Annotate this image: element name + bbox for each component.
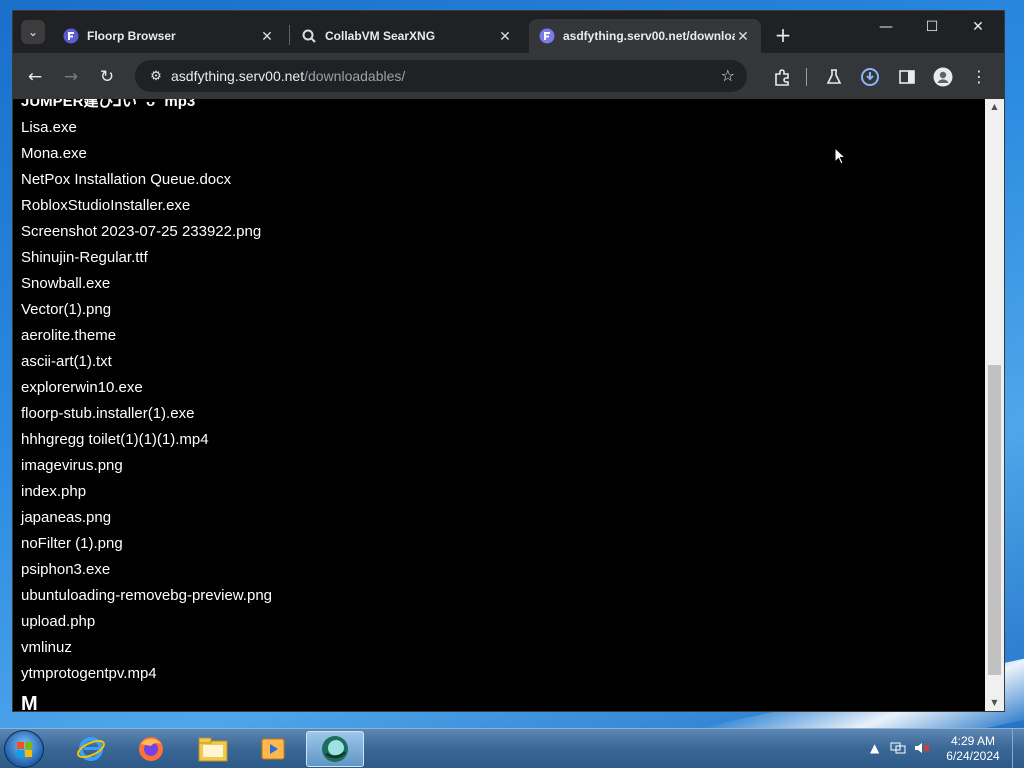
network-icon[interactable] — [890, 741, 906, 758]
media-player-icon[interactable] — [244, 731, 302, 767]
tab-title: asdfything.serv00.net/downloa — [563, 29, 735, 43]
file-link[interactable]: ubuntuloading-removebg-preview.png — [21, 583, 272, 609]
close-icon: ✕ — [972, 19, 984, 35]
url-host: asdfything.serv00.net — [171, 68, 305, 84]
side-panel-icon[interactable] — [895, 65, 919, 89]
file-link[interactable]: ascii-art(1).txt — [21, 349, 272, 375]
file-link[interactable]: NetPox Installation Queue.docx — [21, 167, 272, 193]
file-link[interactable]: aerolite.theme — [21, 323, 272, 349]
tab-separator — [289, 25, 290, 45]
volume-muted-icon[interactable] — [914, 741, 930, 758]
floorp-icon — [539, 28, 555, 44]
vertical-scrollbar[interactable]: ▲ ▼ — [985, 99, 1004, 711]
arrow-left-icon: ← — [27, 67, 43, 87]
tab-collabvm-searxng[interactable]: CollabVM SearXNG ✕ — [291, 19, 523, 53]
file-link[interactable]: japaneas.png — [21, 505, 272, 531]
scroll-up-arrow-icon[interactable]: ▲ — [985, 99, 1004, 115]
maximize-icon: ☐ — [925, 19, 939, 35]
tab-title: CollabVM SearXNG — [325, 29, 436, 43]
internet-explorer-icon[interactable] — [62, 731, 120, 767]
forward-button[interactable]: → — [59, 65, 83, 89]
minimize-button[interactable]: — — [863, 19, 909, 35]
mouse-cursor-icon — [834, 147, 846, 165]
floorp-taskbar-icon[interactable] — [306, 731, 364, 767]
tab-list-button[interactable]: ⌄ — [21, 20, 45, 44]
close-icon[interactable]: ✕ — [497, 28, 513, 45]
start-button[interactable] — [4, 730, 44, 768]
bookmark-star-icon[interactable]: ☆ — [721, 66, 735, 85]
address-bar[interactable]: ⚙ asdfything.serv00.net/downloadables/ ☆ — [135, 60, 747, 92]
windows-logo-icon — [17, 742, 32, 757]
browser-window: ⌄ Floorp Browser ✕ CollabVM SearXNG ✕ as… — [12, 10, 1005, 712]
file-link[interactable]: Mona.exe — [21, 141, 272, 167]
file-link[interactable]: noFilter (1).png — [21, 531, 272, 557]
arrow-right-icon: → — [63, 67, 79, 87]
site-info-icon[interactable]: ⚙ — [141, 69, 171, 84]
tab-floorp-browser[interactable]: Floorp Browser ✕ — [53, 19, 285, 53]
url-text[interactable]: asdfything.serv00.net/downloadables/ — [171, 68, 405, 84]
clock-time: 4:29 AM — [950, 734, 996, 748]
extensions-icon[interactable] — [770, 65, 794, 89]
close-icon[interactable]: ✕ — [259, 28, 275, 45]
chevron-down-icon: ⌄ — [27, 25, 39, 39]
profile-avatar-icon[interactable] — [931, 65, 955, 89]
plus-icon: + — [774, 23, 792, 47]
file-link[interactable]: explorerwin10.exe — [21, 375, 272, 401]
file-link[interactable]: Screenshot 2023-07-25 233922.png — [21, 219, 272, 245]
file-link[interactable]: ytmprotogentpv.mp4 — [21, 661, 272, 687]
navigation-toolbar: ← → ↻ ⚙ asdfything.serv00.net/downloadab… — [13, 53, 1004, 99]
show-hidden-icons-icon[interactable]: ▲ — [870, 741, 879, 755]
file-link[interactable]: floorp-stub.installer(1).exe — [21, 401, 272, 427]
tab-active[interactable]: asdfything.serv00.net/downloa ✕ — [529, 19, 761, 53]
file-link[interactable]: hhhgregg toilet(1)(1)(1).mp4 — [21, 427, 272, 453]
back-button[interactable]: ← — [23, 65, 47, 89]
menu-kebab-icon[interactable]: ⋮ — [967, 65, 991, 89]
searxng-icon — [301, 28, 317, 44]
file-link[interactable]: index.php — [21, 479, 272, 505]
file-link[interactable]: RobloxStudioInstaller.exe — [21, 193, 272, 219]
clock-date: 6/24/2024 — [946, 749, 1000, 763]
reload-icon: ↻ — [99, 67, 115, 87]
url-path: /downloadables/ — [304, 68, 406, 84]
close-icon[interactable]: ✕ — [735, 28, 751, 45]
scrollbar-thumb[interactable] — [988, 365, 1001, 675]
section-heading: M — [21, 693, 38, 711]
file-list: JUMPER建び⅃い ´ᴗ` mp3 Lisa.exe Mona.exe Net… — [21, 99, 272, 711]
toolbar-divider — [806, 68, 807, 86]
minimize-icon: — — [879, 19, 893, 35]
firefox-icon[interactable] — [122, 731, 180, 767]
maximize-button[interactable]: ☐ — [909, 19, 955, 35]
close-window-button[interactable]: ✕ — [955, 19, 1001, 35]
file-link[interactable]: Snowball.exe — [21, 271, 272, 297]
floorp-icon — [63, 28, 79, 44]
file-explorer-icon[interactable] — [184, 731, 242, 767]
file-link[interactable]: JUMPER建び⅃い ´ᴗ` mp3 — [21, 99, 272, 115]
download-icon[interactable] — [858, 65, 882, 89]
reload-button[interactable]: ↻ — [95, 65, 119, 89]
file-link[interactable]: Vector(1).png — [21, 297, 272, 323]
taskbar: ▲ 4:29 AM 6/24/2024 — [0, 728, 1024, 768]
file-link[interactable]: imagevirus.png — [21, 453, 272, 479]
tab-title: Floorp Browser — [87, 29, 176, 43]
tab-strip: ⌄ Floorp Browser ✕ CollabVM SearXNG ✕ as… — [13, 11, 1004, 53]
file-link[interactable]: upload.php — [21, 609, 272, 635]
page-content: JUMPER建び⅃い ´ᴗ` mp3 Lisa.exe Mona.exe Net… — [13, 99, 985, 711]
scroll-down-arrow-icon[interactable]: ▼ — [985, 695, 1004, 711]
labs-flask-icon[interactable] — [822, 65, 846, 89]
show-desktop-button[interactable] — [1012, 729, 1024, 768]
file-link[interactable]: psiphon3.exe — [21, 557, 272, 583]
clock[interactable]: 4:29 AM 6/24/2024 — [940, 734, 1006, 764]
file-link[interactable]: vmlinuz — [21, 635, 272, 661]
file-link[interactable]: Shinujin-Regular.ttf — [21, 245, 272, 271]
file-link[interactable]: Lisa.exe — [21, 115, 272, 141]
new-tab-button[interactable]: + — [773, 23, 793, 47]
